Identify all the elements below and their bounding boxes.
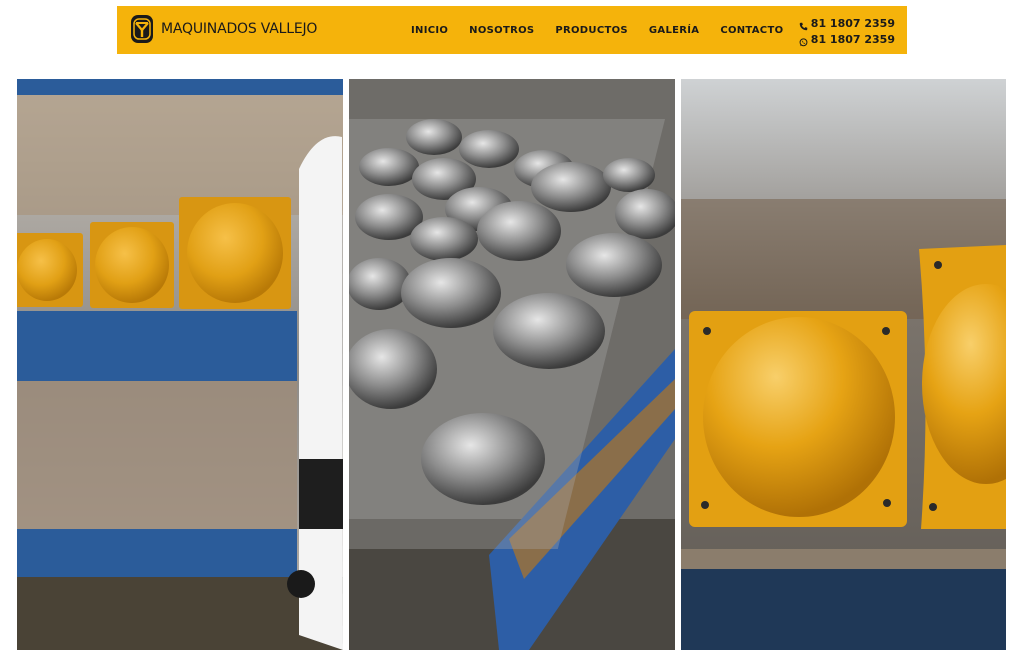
logo-icon (131, 15, 153, 43)
contact-block: 81 1807 2359 81 1807 2359 (799, 16, 895, 48)
nav-productos[interactable]: PRODUCTOS (555, 25, 628, 36)
phone-number: 81 1807 2359 (810, 17, 895, 30)
nav-contacto[interactable]: CONTACTO (720, 25, 783, 36)
main-nav: INICIO NOSOTROS PRODUCTOS GALERÍA CONTAC… (411, 25, 804, 36)
gallery-photo-3[interactable] (681, 79, 1006, 650)
site-header: MAQUINADOS VALLEJO INICIO NOSOTROS PRODU… (117, 6, 907, 54)
whatsapp-number: 81 1807 2359 (810, 33, 895, 46)
phone-icon (799, 20, 808, 30)
phone-link[interactable]: 81 1807 2359 (799, 16, 895, 32)
whatsapp-icon (799, 36, 808, 46)
brand-logo[interactable]: MAQUINADOS VALLEJO (131, 15, 317, 43)
nav-inicio[interactable]: INICIO (411, 25, 448, 36)
nav-nosotros[interactable]: NOSOTROS (469, 25, 534, 36)
gallery-photo-2[interactable] (349, 79, 675, 650)
nav-galeria[interactable]: GALERÍA (649, 25, 699, 36)
gallery-photo-1[interactable] (17, 79, 343, 650)
whatsapp-link[interactable]: 81 1807 2359 (799, 32, 895, 48)
brand-name: MAQUINADOS VALLEJO (161, 21, 318, 37)
